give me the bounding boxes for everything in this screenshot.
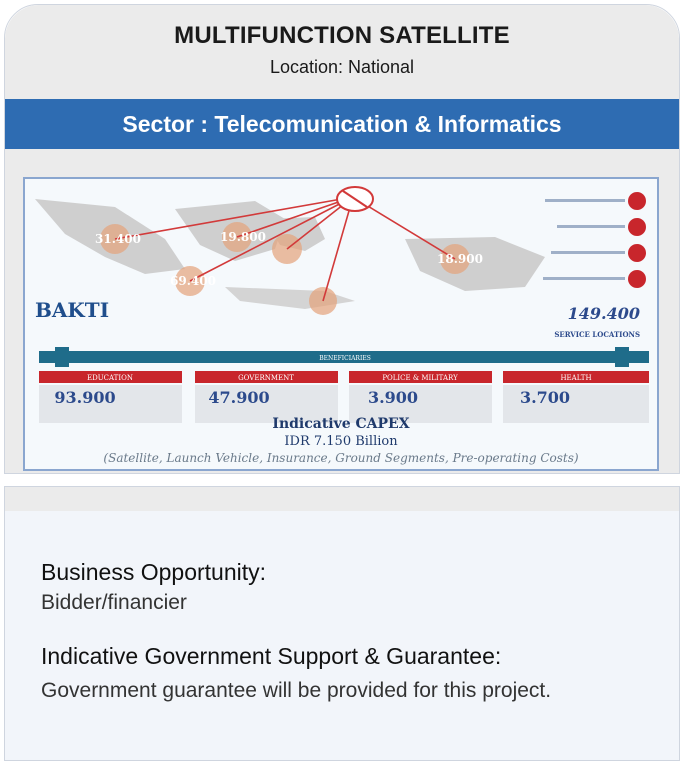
project-title: MULTIFUNCTION SATELLITE (174, 22, 510, 49)
card-body: 31.400 19.800 69.400 18.900 BAKTI 149.40… (5, 149, 679, 473)
infographic-image: 31.400 19.800 69.400 18.900 BAKTI 149.40… (23, 177, 659, 471)
category-name-health: HEALTH (560, 374, 591, 382)
government-support-label: Indicative Government Support & Guarante… (41, 643, 502, 669)
category-value-government: 47.900 (208, 388, 269, 407)
sector-banner: Sector : Telecomunication & Informatics (5, 99, 679, 149)
total-label: SERVICE LOCATIONS (554, 330, 640, 339)
capex-title: Indicative CAPEX (272, 416, 409, 432)
category-name-police-military: POLICE & MILITARY (382, 374, 458, 382)
category-name-government: GOVERNMENT (238, 374, 294, 382)
business-opportunity-label: Business Opportunity: (41, 559, 267, 585)
infographic-graphic: 31.400 19.800 69.400 18.900 BAKTI 149.40… (35, 186, 649, 465)
details-body (5, 511, 679, 760)
business-opportunity-value: Bidder/financier (41, 591, 187, 614)
bakti-logo: BAKTI (35, 298, 109, 322)
category-value-police-military: 3.900 (368, 388, 418, 407)
government-support-value: Government guarantee will be provided fo… (41, 679, 552, 702)
region-value-2: 19.800 (220, 230, 266, 244)
beneficiaries-label: BENEFICIARIES (319, 355, 371, 362)
feature-icons (543, 192, 646, 288)
details-card: Business Opportunity: Bidder/financier I… (4, 486, 680, 761)
indonesia-map (35, 186, 545, 315)
capex-value: IDR 7.150 Billion (284, 434, 398, 449)
region-value-1: 31.400 (95, 232, 141, 246)
project-location: Location: National (269, 57, 415, 77)
region-value-3: 69.400 (170, 274, 216, 288)
project-card: MULTIFUNCTION SATELLITE Location: Nation… (4, 4, 680, 474)
capex-note: (Satellite, Launch Vehicle, Insurance, G… (103, 451, 578, 465)
card-header: MULTIFUNCTION SATELLITE Location: Nation… (5, 5, 679, 99)
total-value: 149.400 (568, 304, 640, 323)
category-value-education: 93.900 (54, 388, 115, 407)
category-value-health: 3.700 (520, 388, 570, 407)
region-value-4: 18.900 (437, 252, 483, 266)
category-name-education: EDUCATION (87, 374, 133, 382)
